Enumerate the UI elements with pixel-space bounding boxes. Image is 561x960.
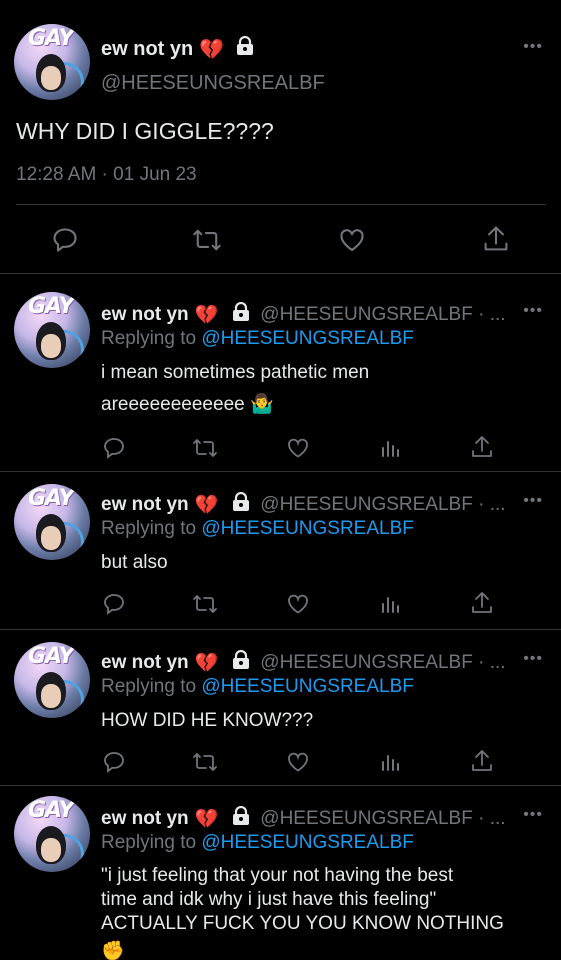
tweet-timestamp[interactable]: 12:28 AM · 01 Jun 23	[16, 164, 197, 186]
author-name-row[interactable]: ew not yn 💔	[101, 35, 254, 62]
author-name-row[interactable]: ew not yn 💔 @HEESEUNGSREALBF · ...	[101, 806, 521, 832]
author-handle[interactable]: @HEESEUNGSREALBF · ...	[260, 652, 505, 674]
avatar-logo-text: GAY	[28, 486, 74, 511]
display-name[interactable]: ew not yn	[101, 494, 189, 516]
broken-heart-emoji: 💔	[199, 38, 225, 61]
reply-tweet[interactable]: GAY ew not yn 💔 @HEESEUNGSREALBF · ... •…	[0, 786, 561, 960]
more-options-icon[interactable]: •••	[523, 302, 543, 320]
reply-line: "i just feeling that your not having the…	[101, 865, 454, 886]
broken-heart-emoji: 💔	[194, 809, 219, 830]
display-name[interactable]: ew not yn	[101, 38, 193, 61]
views-icon[interactable]	[378, 750, 402, 774]
reply-text: "i just feeling that your not having the…	[101, 864, 541, 960]
author-handle[interactable]: @HEESEUNGSREALBF · ...	[260, 808, 505, 830]
broken-heart-emoji: 💔	[194, 653, 219, 674]
more-options-icon[interactable]: •••	[523, 492, 543, 510]
reply-line: HOW DID HE KNOW???	[101, 710, 314, 731]
replying-to: Replying to @HEESEUNGSREALBF	[101, 518, 414, 540]
avatar-logo-text: GAY	[28, 644, 74, 669]
retweet-icon[interactable]	[192, 750, 218, 774]
reply-icon[interactable]	[102, 436, 126, 460]
replying-to: Replying to @HEESEUNGSREALBF	[101, 328, 414, 350]
retweet-icon[interactable]	[192, 436, 218, 460]
author-name-row[interactable]: ew not yn 💔 @HEESEUNGSREALBF · ...	[101, 650, 521, 676]
avatar-logo-text: GAY	[28, 26, 74, 51]
replying-to: Replying to @HEESEUNGSREALBF	[101, 676, 414, 698]
replying-to-link[interactable]: @HEESEUNGSREALBF	[201, 676, 414, 697]
tweet-text: WHY DID I GIGGLE????	[16, 118, 274, 144]
broken-heart-emoji: 💔	[194, 305, 219, 326]
lock-icon	[232, 492, 250, 518]
author-name-row[interactable]: ew not yn 💔 @HEESEUNGSREALBF · ...	[101, 492, 521, 518]
replying-prefix: Replying to	[101, 832, 197, 853]
views-icon[interactable]	[378, 592, 402, 616]
avatar[interactable]: GAY	[14, 484, 90, 560]
lock-icon	[232, 806, 250, 832]
author-name-row[interactable]: ew not yn 💔 @HEESEUNGSREALBF · ...	[101, 302, 521, 328]
lock-icon	[232, 302, 250, 328]
reply-icon[interactable]	[102, 592, 126, 616]
like-icon[interactable]	[286, 750, 310, 774]
reply-line: i mean sometimes pathetic men	[101, 362, 370, 383]
retweet-icon[interactable]	[192, 592, 218, 616]
divider	[16, 204, 546, 205]
display-name[interactable]: ew not yn	[101, 808, 189, 830]
avatar[interactable]: GAY	[14, 24, 90, 100]
more-options-icon[interactable]: •••	[523, 806, 543, 824]
avatar[interactable]: GAY	[14, 642, 90, 718]
reply-line: ACTUALLY FUCK YOU YOU KNOW NOTHING	[101, 913, 504, 934]
like-icon[interactable]	[338, 226, 366, 254]
reply-tweet[interactable]: GAY ew not yn 💔 @HEESEUNGSREALBF · ... •…	[0, 274, 561, 472]
replying-prefix: Replying to	[101, 676, 197, 697]
share-icon[interactable]	[470, 748, 494, 774]
avatar[interactable]: GAY	[14, 292, 90, 368]
broken-heart-emoji: 💔	[194, 495, 219, 516]
reply-icon[interactable]	[51, 226, 79, 254]
share-icon[interactable]	[470, 590, 494, 616]
lock-icon	[236, 35, 254, 62]
reply-line: areeeeeeeeeeee 🤷‍♂️	[101, 394, 274, 415]
like-icon[interactable]	[286, 592, 310, 616]
views-icon[interactable]	[378, 436, 402, 460]
author-handle[interactable]: @HEESEUNGSREALBF · ...	[260, 494, 505, 516]
display-name[interactable]: ew not yn	[101, 652, 189, 674]
fist-emoji: ✊	[101, 941, 125, 960]
author-handle[interactable]: @HEESEUNGSREALBF	[101, 72, 325, 95]
reply-line: but also	[101, 552, 168, 573]
retweet-icon[interactable]	[192, 226, 222, 254]
share-icon[interactable]	[470, 434, 494, 460]
replying-to: Replying to @HEESEUNGSREALBF	[101, 832, 414, 854]
avatar-logo-text: GAY	[28, 798, 74, 823]
share-icon[interactable]	[482, 224, 510, 254]
lock-icon	[232, 650, 250, 676]
replying-to-link[interactable]: @HEESEUNGSREALBF	[201, 328, 414, 349]
avatar-logo-text: GAY	[28, 294, 74, 319]
author-handle[interactable]: @HEESEUNGSREALBF · ...	[260, 304, 505, 326]
more-options-icon[interactable]: •••	[523, 38, 543, 56]
like-icon[interactable]	[286, 436, 310, 460]
replying-prefix: Replying to	[101, 328, 197, 349]
reply-text: i mean sometimes pathetic men areeeeeeee…	[101, 360, 541, 418]
more-options-icon[interactable]: •••	[523, 650, 543, 668]
replying-to-link[interactable]: @HEESEUNGSREALBF	[201, 832, 414, 853]
reply-text: but also	[101, 550, 541, 576]
main-tweet: GAY ew not yn 💔 @HEESEUNGSREALBF ••• WHY…	[0, 0, 561, 274]
reply-tweet[interactable]: GAY ew not yn 💔 @HEESEUNGSREALBF · ... •…	[0, 472, 561, 630]
replying-prefix: Replying to	[101, 518, 197, 539]
reply-text: HOW DID HE KNOW???	[101, 708, 541, 734]
reply-tweet[interactable]: GAY ew not yn 💔 @HEESEUNGSREALBF · ... •…	[0, 630, 561, 786]
avatar[interactable]: GAY	[14, 796, 90, 872]
reply-icon[interactable]	[102, 750, 126, 774]
reply-line: time and idk why i just have this feelin…	[101, 889, 437, 910]
replying-to-link[interactable]: @HEESEUNGSREALBF	[201, 518, 414, 539]
display-name[interactable]: ew not yn	[101, 304, 189, 326]
